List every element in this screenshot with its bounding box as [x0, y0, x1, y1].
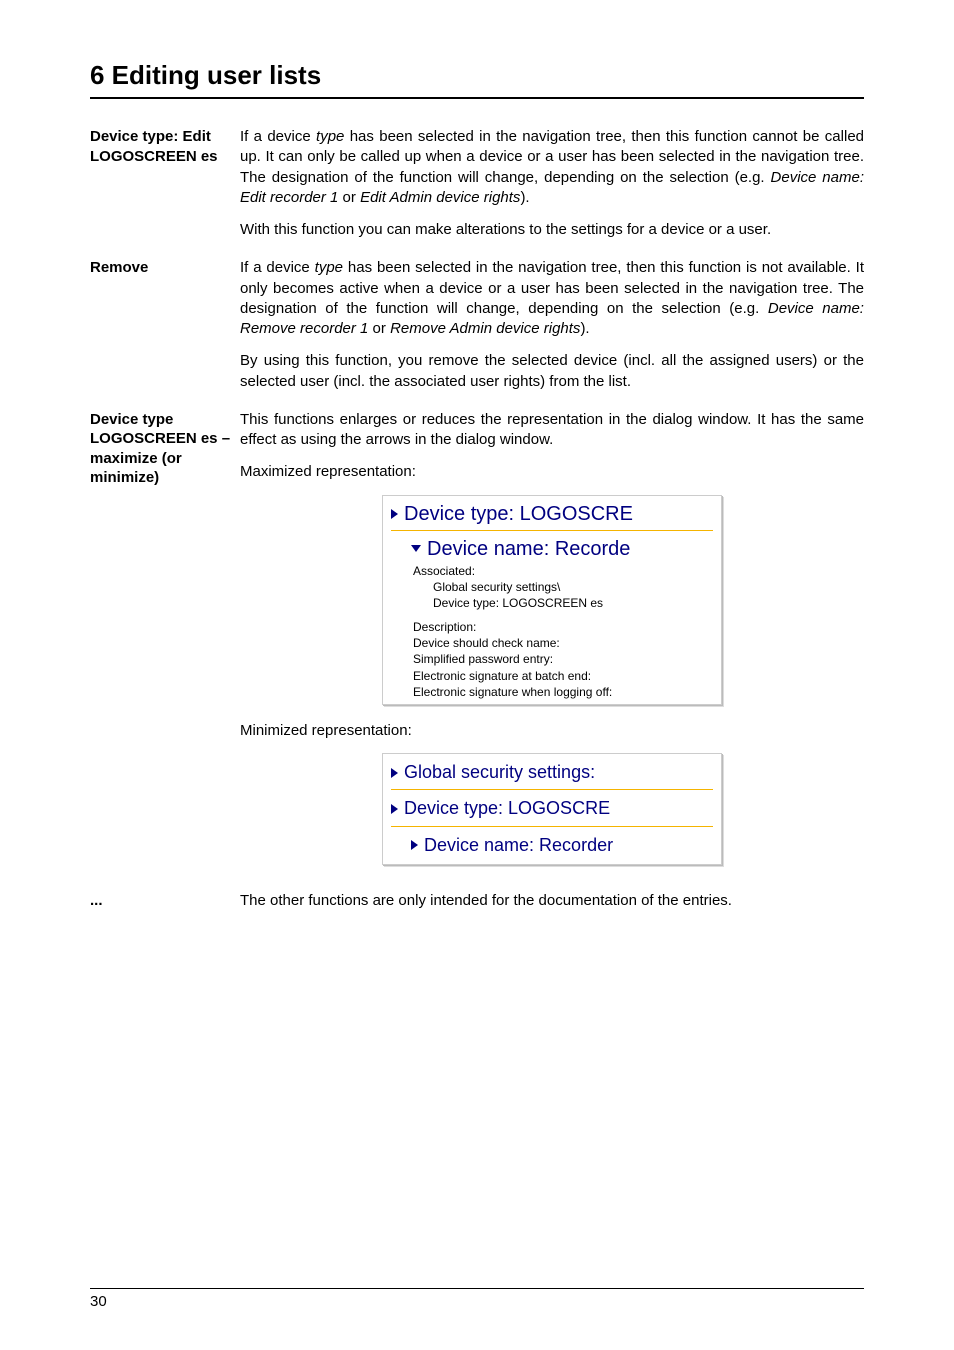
section-remove: Remove If a device type has been selecte…: [90, 258, 864, 404]
section-other: ... The other functions are only intende…: [90, 891, 864, 923]
text-italic: type: [315, 259, 343, 276]
chevron-right-icon: [391, 768, 398, 778]
tree-title: Global security settings:: [404, 760, 595, 785]
tree-title: Device name: Recorde: [427, 535, 630, 563]
tree-row-device-name[interactable]: Device name: Recorder: [383, 831, 721, 860]
detail-label: Associated:: [413, 563, 721, 579]
body-remove: If a device type has been selected in th…: [240, 258, 864, 404]
text: ).: [580, 320, 589, 337]
detail-text: Electronic signature when logging off:: [413, 684, 721, 700]
tree-divider: [391, 826, 713, 827]
tree-row-device-name[interactable]: Device name: Recorde: [383, 535, 721, 563]
tree-divider: [391, 530, 713, 531]
text-italic: type: [316, 128, 344, 145]
tree-details: Associated: Global security settings\ De…: [383, 563, 721, 701]
text: By using this function, you remove the s…: [240, 351, 864, 392]
tree-title: Device type: LOGOSCRE: [404, 796, 610, 821]
chapter-title: 6 Editing user lists: [90, 60, 864, 99]
tree-row-global[interactable]: Global security settings:: [383, 758, 721, 787]
section-maximize: Device type LOGOSCREEN es – maximize (or…: [90, 410, 864, 881]
tree-title: Device type: LOGOSCRE: [404, 500, 633, 528]
text: or: [338, 189, 360, 206]
body-other: The other functions are only intended fo…: [240, 891, 864, 923]
caption-max: Maximized representation:: [240, 462, 864, 482]
text: If a device: [240, 259, 315, 276]
body-edit: If a device type has been selected in th…: [240, 127, 864, 252]
chevron-right-icon: [391, 804, 398, 814]
text: This functions enlarges or reduces the r…: [240, 410, 864, 451]
caption-min: Minimized representation:: [240, 721, 864, 741]
detail-label: Description:: [413, 619, 721, 635]
detail-text: Device type: LOGOSCREEN es: [413, 595, 721, 611]
screenshot-maximized: Device type: LOGOSCRE Device name: Recor…: [382, 495, 722, 706]
text: The other functions are only intended fo…: [240, 891, 864, 911]
page-number: 30: [90, 1288, 864, 1310]
chevron-down-icon: [411, 545, 421, 552]
chevron-right-icon: [391, 509, 398, 519]
side-label-other: ...: [90, 891, 240, 923]
section-edit: Device type: Edit LOGOSCREEN es If a dev…: [90, 127, 864, 252]
text: If a device: [240, 128, 316, 145]
detail-text: Global security settings\: [413, 579, 721, 595]
side-label-edit: Device type: Edit LOGOSCREEN es: [90, 127, 240, 252]
detail-text: Electronic signature at batch end:: [413, 668, 721, 684]
detail-text: Simplified password entry:: [413, 651, 721, 667]
detail-text: Device should check name:: [413, 635, 721, 651]
screenshot-minimized: Global security settings: Device type: L…: [382, 753, 722, 865]
tree-title: Device name: Recorder: [424, 833, 613, 858]
text: With this function you can make alterati…: [240, 220, 864, 240]
text: ).: [520, 189, 529, 206]
side-label-maximize: Device type LOGOSCREEN es – maximize (or…: [90, 410, 240, 881]
text: or: [368, 320, 390, 337]
text-italic: Edit Admin device rights: [360, 189, 520, 206]
tree-row-device-type[interactable]: Device type: LOGOSCRE: [383, 794, 721, 823]
side-label-remove: Remove: [90, 258, 240, 404]
tree-row-device-type[interactable]: Device type: LOGOSCRE: [383, 500, 721, 528]
body-maximize: This functions enlarges or reduces the r…: [240, 410, 864, 881]
text-italic: Remove Admin device rights: [390, 320, 580, 337]
chevron-right-icon: [411, 840, 418, 850]
tree-divider: [391, 789, 713, 790]
